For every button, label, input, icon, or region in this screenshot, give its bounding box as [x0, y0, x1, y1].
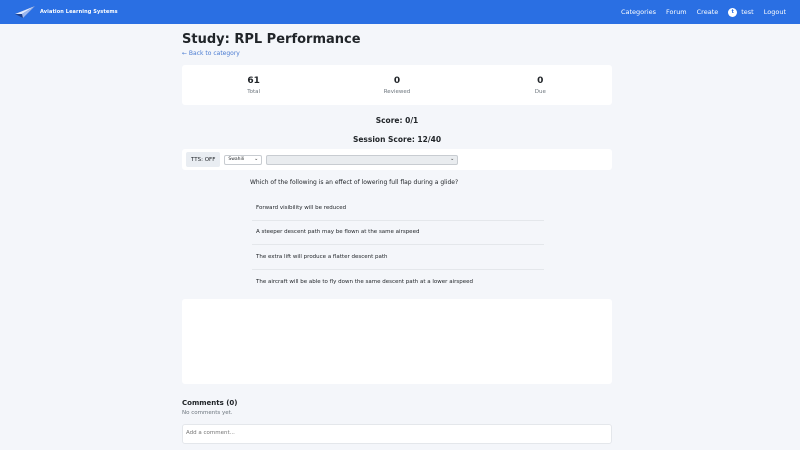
nav-links: Categories Forum Create t test Logout — [611, 7, 786, 17]
paper-plane-logo-icon — [15, 6, 35, 18]
brand[interactable]: Aviation Learning Systems — [14, 5, 118, 19]
stat-value: 0 — [537, 75, 544, 86]
voice-select[interactable]: ⌄ — [266, 154, 459, 165]
question-text: Which of the following is an effect of l… — [250, 179, 459, 186]
chevron-down-icon: ⌄ — [254, 156, 259, 162]
nav-link-create[interactable]: Create — [697, 8, 719, 16]
stat-label: Due — [534, 88, 546, 95]
back-to-category-link[interactable]: ← Back to category — [182, 50, 240, 57]
answer-option[interactable]: Forward visibility will be reduced — [252, 196, 544, 221]
language-select[interactable]: Swahili ⌄ — [224, 154, 263, 165]
stat-label: Reviewed — [383, 88, 411, 95]
explanation-panel — [182, 299, 612, 384]
tts-bar: TTS: OFF Swahili ⌄ ⌄ — [182, 149, 612, 170]
answer-option[interactable]: A steeper descent path may be flown at t… — [252, 221, 544, 245]
nav-link-forum[interactable]: Forum — [666, 8, 687, 16]
navbar: Aviation Learning Systems Categories For… — [0, 0, 800, 24]
no-comments-text: No comments yet. — [182, 410, 233, 416]
answer-option[interactable]: The extra lift will produce a flatter de… — [252, 245, 544, 270]
stats-card: 61 Total 0 Reviewed 0 Due — [182, 65, 612, 105]
username: test — [741, 8, 754, 16]
language-select-value: Swahili — [228, 157, 245, 162]
session-score: Session Score: 12/40 — [352, 135, 442, 144]
comments-title: Comments (0) — [182, 399, 238, 407]
avatar: t — [728, 7, 738, 17]
page-title: Study: RPL Performance — [182, 32, 361, 47]
stat-reviewed: 0 Reviewed — [337, 76, 457, 95]
stat-value: 61 — [247, 75, 260, 86]
brand-name: Aviation Learning Systems — [40, 9, 118, 15]
stat-label: Total — [247, 88, 261, 95]
stat-value: 0 — [393, 75, 401, 86]
user-menu[interactable]: t test — [728, 7, 754, 17]
tts-toggle-button[interactable]: TTS: OFF — [186, 152, 221, 167]
nav-link-categories[interactable]: Categories — [621, 8, 656, 16]
comment-input[interactable] — [182, 424, 612, 444]
answer-options: Forward visibility will be reduced A ste… — [252, 196, 544, 294]
answer-option[interactable]: The aircraft will be able to fly down th… — [252, 270, 544, 295]
stat-due: 0 Due — [480, 76, 600, 95]
score: Score: 0/1 — [375, 116, 419, 125]
stat-total: 61 Total — [194, 76, 314, 95]
chevron-down-icon: ⌄ — [450, 156, 455, 162]
logout-link[interactable]: Logout — [764, 8, 786, 16]
